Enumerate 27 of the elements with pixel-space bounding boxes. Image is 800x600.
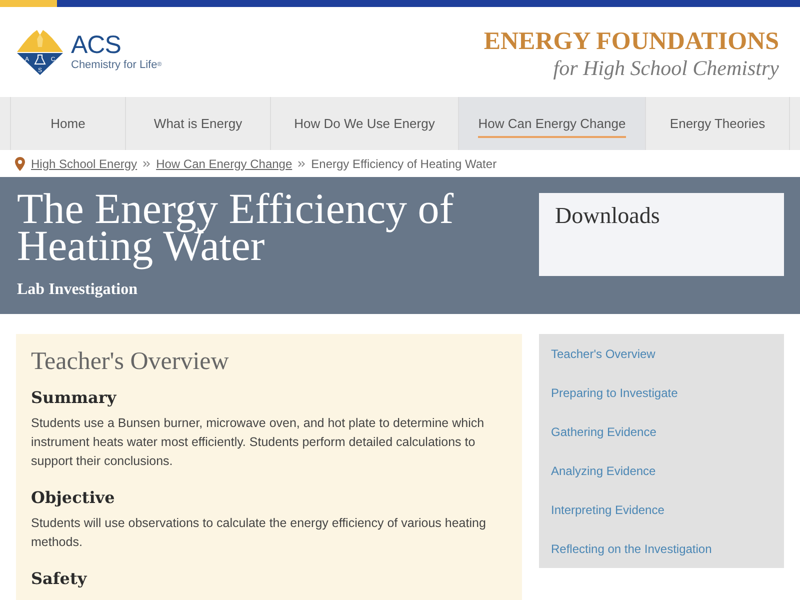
breadcrumb-link[interactable]: High School Energy — [31, 156, 138, 170]
page-subtitle: Lab Investigation — [17, 281, 138, 299]
location-pin-icon — [15, 156, 25, 170]
section-nav-link[interactable]: Analyzing Evidence — [539, 451, 784, 490]
nav-tab[interactable]: How Can Energy Change — [458, 97, 645, 150]
section-text: Students will use observations to calculate the energy efficiency of various heating methods. — [31, 515, 486, 551]
section-nav-link[interactable]: Gathering Evidence — [539, 412, 784, 451]
chevron-icon — [143, 160, 150, 166]
section-heading: Safety — [31, 569, 88, 589]
section-heading: Summary — [31, 388, 118, 408]
breadcrumb-current: Energy Efficiency of Heating Water — [311, 156, 497, 170]
chevron-icon — [298, 160, 306, 166]
section-nav-link[interactable]: Preparing to Investigate — [539, 373, 784, 412]
section-nav-link[interactable]: Teacher's Overview — [539, 334, 784, 373]
overview-title: Teacher's Overview — [31, 349, 230, 375]
logo-wordmark: ACS — [71, 32, 122, 58]
section-nav-link[interactable]: Interpreting Evidence — [539, 490, 784, 529]
section-text: Students use a Bunsen burner, microwave oven, and hot plate to determine which instrument heats water most efficiently. Students perform detailed calculations to support their conclusions. — [31, 415, 486, 470]
section-heading: Objective — [31, 488, 116, 508]
site-title: ENERGY FOUNDATIONS — [484, 29, 779, 55]
logo-tagline: Chemistry for Life$^{®}$ — [71, 58, 162, 72]
nav-tab[interactable]: Energy Theories — [645, 97, 790, 150]
downloads-title: Downloads — [555, 203, 660, 228]
breadcrumb-link[interactable]: How Can Energy Change — [156, 156, 292, 170]
page-title: The Energy Efficiency of Heating Water — [17, 187, 455, 272]
section-nav-link[interactable]: Reflecting on the Investigation — [539, 529, 784, 568]
site-subtitle: for High School Chemistry — [553, 55, 779, 81]
